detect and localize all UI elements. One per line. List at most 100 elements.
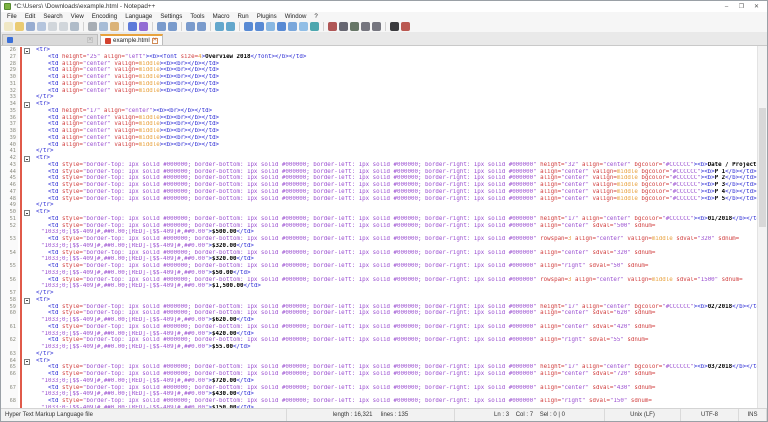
line-number — [1, 344, 18, 351]
menu-item-encoding[interactable]: Encoding — [88, 13, 121, 20]
copy-icon[interactable] — [99, 22, 108, 31]
new-file-icon[interactable] — [4, 22, 13, 31]
paste-icon[interactable] — [110, 22, 119, 31]
code-text: <td align="center" valign=middle><b><br>… — [31, 121, 757, 128]
tab-example.html[interactable]: example.html✕ — [100, 34, 163, 45]
code-line: "1033;0;[$$-409]#,##0.00;[RED]-[$$-409]#… — [1, 283, 757, 290]
word-wrap-icon[interactable] — [244, 22, 253, 31]
code-text: <td style="border-top: 1px solid #000000… — [31, 169, 757, 176]
monitoring-eye-icon[interactable] — [310, 22, 319, 31]
replace-icon[interactable] — [168, 22, 177, 31]
plugin-a-icon[interactable] — [390, 22, 399, 31]
document-map-icon[interactable] — [288, 22, 297, 31]
fold-margin — [22, 256, 31, 263]
minimize-button[interactable]: – — [719, 2, 734, 12]
menu-item-search[interactable]: Search — [39, 13, 66, 20]
redo-icon[interactable] — [139, 22, 148, 31]
toolbar-separator — [152, 22, 153, 31]
code-text: "1033;0;[$$-409]#,##0.00;[RED]-[$$-409]#… — [31, 405, 757, 408]
code-line: 55<td style="border-top: 1px solid #0000… — [1, 263, 757, 270]
print-icon[interactable] — [70, 22, 79, 31]
close-icon[interactable] — [48, 22, 57, 31]
fold-margin[interactable] — [22, 101, 31, 108]
save-recorded-macro-icon[interactable] — [361, 22, 370, 31]
fold-margin — [22, 142, 31, 149]
code-line: 46<td style="border-top: 1px solid #0000… — [1, 182, 757, 189]
fold-margin — [22, 121, 31, 128]
code-text: <td align="center" valign=middle><b><br>… — [31, 67, 757, 74]
fold-margin — [22, 344, 31, 351]
fold-margin — [22, 175, 31, 182]
play-macro-icon[interactable] — [350, 22, 359, 31]
code-text: <tr> — [31, 297, 757, 304]
sync-horizontal-scroll-icon[interactable] — [226, 22, 235, 31]
record-macro-icon[interactable] — [328, 22, 337, 31]
code-line: 44<td style="border-top: 1px solid #0000… — [1, 169, 757, 176]
menu-item-edit[interactable]: Edit — [21, 13, 40, 20]
fold-margin[interactable] — [22, 47, 31, 54]
code-line: 31<td align="center" valign=middle><b><b… — [1, 81, 757, 88]
close-button[interactable]: ✕ — [749, 2, 764, 12]
fold-margin — [22, 310, 31, 317]
code-text: <td style="border-top: 1px solid #000000… — [31, 324, 757, 331]
cut-icon[interactable] — [88, 22, 97, 31]
fold-margin[interactable] — [22, 209, 31, 216]
menu-item-run[interactable]: Run — [234, 13, 253, 20]
menu-item-help[interactable]: ? — [310, 13, 321, 20]
undo-icon[interactable] — [128, 22, 137, 31]
line-number — [1, 317, 18, 324]
menu-item-macro[interactable]: Macro — [209, 13, 234, 20]
line-number: 50 — [1, 209, 18, 216]
zoom-out-icon[interactable] — [197, 22, 206, 31]
menu-item-window[interactable]: Window — [281, 13, 311, 20]
sync-vertical-scroll-icon[interactable] — [215, 22, 224, 31]
menu-item-view[interactable]: View — [67, 13, 88, 20]
stop-recording-icon[interactable] — [339, 22, 348, 31]
code-text: "1033;0;[$$-409]#,##0.00;[RED]-[$$-409]#… — [31, 391, 757, 398]
fold-margin[interactable] — [22, 155, 31, 162]
code-line: 54<td style="border-top: 1px solid #0000… — [1, 250, 757, 257]
code-line: 43<td style="border-top: 1px solid #0000… — [1, 162, 757, 169]
tab-close-icon[interactable]: ✕ — [87, 37, 93, 43]
code-text: </tr> — [31, 290, 757, 297]
code-line: 39<td align="center" valign=middle><b><b… — [1, 135, 757, 142]
vertical-scrollbar[interactable] — [757, 46, 767, 408]
zoom-in-icon[interactable] — [186, 22, 195, 31]
indent-guide-icon[interactable] — [266, 22, 275, 31]
code-line: 65<td style="border-top: 1px solid #0000… — [1, 364, 757, 371]
line-number: 59 — [1, 304, 18, 311]
code-text: <td style="border-top: 1px solid #000000… — [31, 196, 757, 203]
line-number: 37 — [1, 121, 18, 128]
plugin-b-icon[interactable] — [401, 22, 410, 31]
fold-margin — [22, 54, 31, 61]
menu-item-file[interactable]: File — [3, 13, 21, 20]
document-list-icon[interactable] — [299, 22, 308, 31]
save-all-icon[interactable] — [37, 22, 46, 31]
line-number: 68 — [1, 398, 18, 405]
find-icon[interactable] — [157, 22, 166, 31]
fold-margin — [22, 263, 31, 270]
fold-margin[interactable] — [22, 358, 31, 365]
code-view[interactable]: 26<tr>27<td height="25" align="left"><b>… — [1, 46, 757, 408]
run-macro-multiple-icon[interactable] — [372, 22, 381, 31]
close-all-icon[interactable] — [59, 22, 68, 31]
function-list-icon[interactable] — [277, 22, 286, 31]
code-text: <td align="center" valign=middle><b><br>… — [31, 142, 757, 149]
code-line: "1033;0;[$$-409]#,##0.00;[RED]-[$$-409]#… — [1, 405, 757, 408]
tab-close-icon[interactable]: ✕ — [152, 38, 158, 44]
code-line: 47<td style="border-top: 1px solid #0000… — [1, 189, 757, 196]
fold-margin — [22, 115, 31, 122]
menu-item-settings[interactable]: Settings — [156, 13, 186, 20]
scrollbar-thumb[interactable] — [759, 108, 766, 227]
open-icon[interactable] — [15, 22, 24, 31]
tab-untitled[interactable]: ✕ — [2, 34, 98, 45]
menu-item-tools[interactable]: Tools — [186, 13, 208, 20]
save-icon[interactable] — [26, 22, 35, 31]
show-all-characters-icon[interactable] — [255, 22, 264, 31]
fold-margin — [22, 108, 31, 115]
menu-item-language[interactable]: Language — [121, 13, 156, 20]
fold-margin[interactable] — [22, 297, 31, 304]
menu-item-plugins[interactable]: Plugins — [253, 13, 281, 20]
line-number — [1, 256, 18, 263]
maximize-button[interactable]: ❐ — [734, 2, 749, 12]
